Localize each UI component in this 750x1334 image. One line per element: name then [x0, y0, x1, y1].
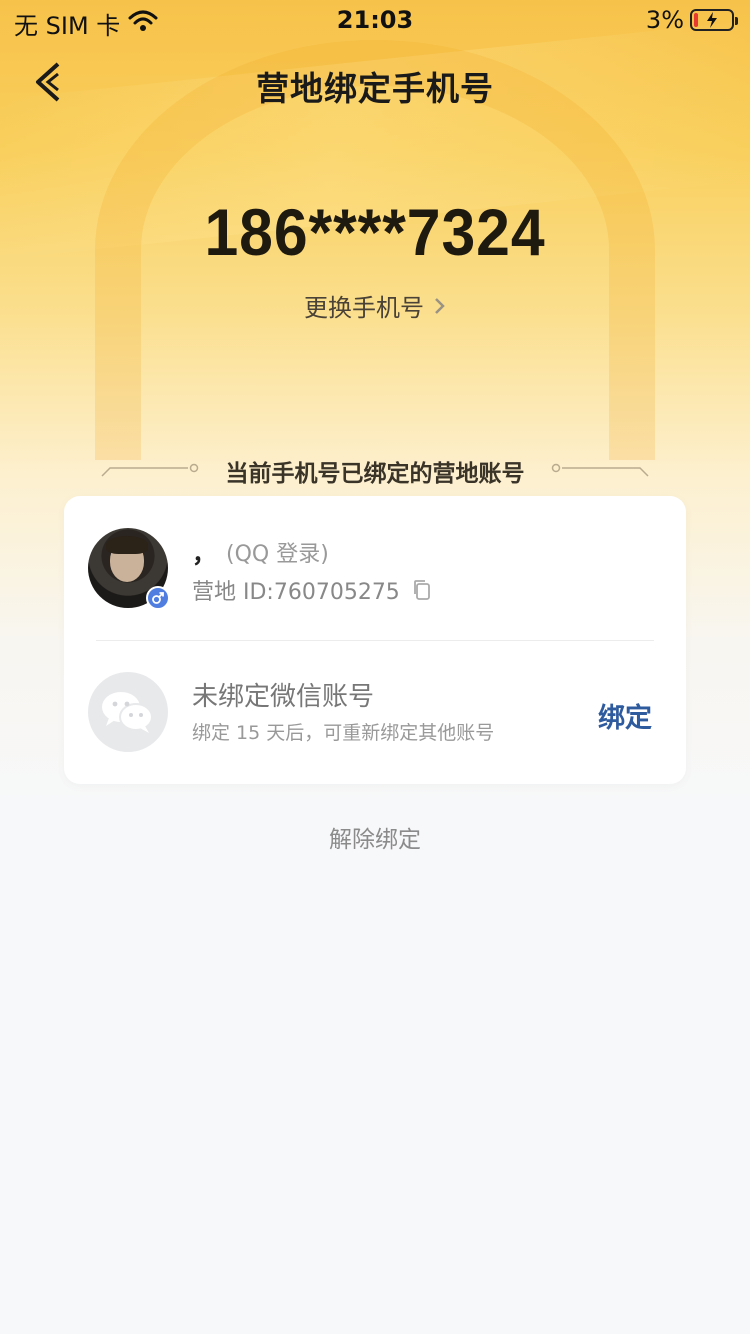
divider	[96, 640, 654, 641]
camp-id-text: 营地 ID:760705275	[192, 580, 400, 605]
user-name: ，	[192, 540, 216, 568]
wechat-icon	[88, 672, 168, 752]
chevron-right-icon	[434, 296, 446, 316]
status-right: 3%	[645, 6, 738, 34]
avatar[interactable]	[88, 528, 170, 610]
page-title: 营地绑定手机号	[256, 69, 494, 108]
copy-icon[interactable]	[412, 579, 432, 601]
camp-id: 营地 ID:760705275	[192, 574, 432, 606]
change-phone-label: 更换手机号	[304, 294, 424, 322]
battery-icon	[690, 9, 738, 31]
unbind-button[interactable]: 解除绑定	[0, 820, 750, 854]
change-phone-link[interactable]: 更换手机号	[0, 288, 750, 323]
status-bar: 无 SIM 卡 21:03 3%	[0, 0, 750, 40]
phone-number: 186****7324	[204, 195, 546, 269]
login-type: (QQ 登录)	[226, 542, 329, 567]
account-card: ， (QQ 登录) 营地 ID:760705275 未绑定微信账号 绑定 15 …	[64, 496, 686, 784]
wechat-note: 绑定 15 天后，可重新绑定其他账号	[192, 722, 495, 744]
male-icon	[146, 586, 170, 610]
status-time: 21:03	[336, 6, 414, 34]
battery-percent: 3%	[645, 6, 684, 34]
section-decoration-right	[551, 463, 649, 477]
wechat-status-title: 未绑定微信账号	[192, 682, 375, 712]
bind-wechat-button[interactable]: 绑定	[598, 696, 652, 735]
